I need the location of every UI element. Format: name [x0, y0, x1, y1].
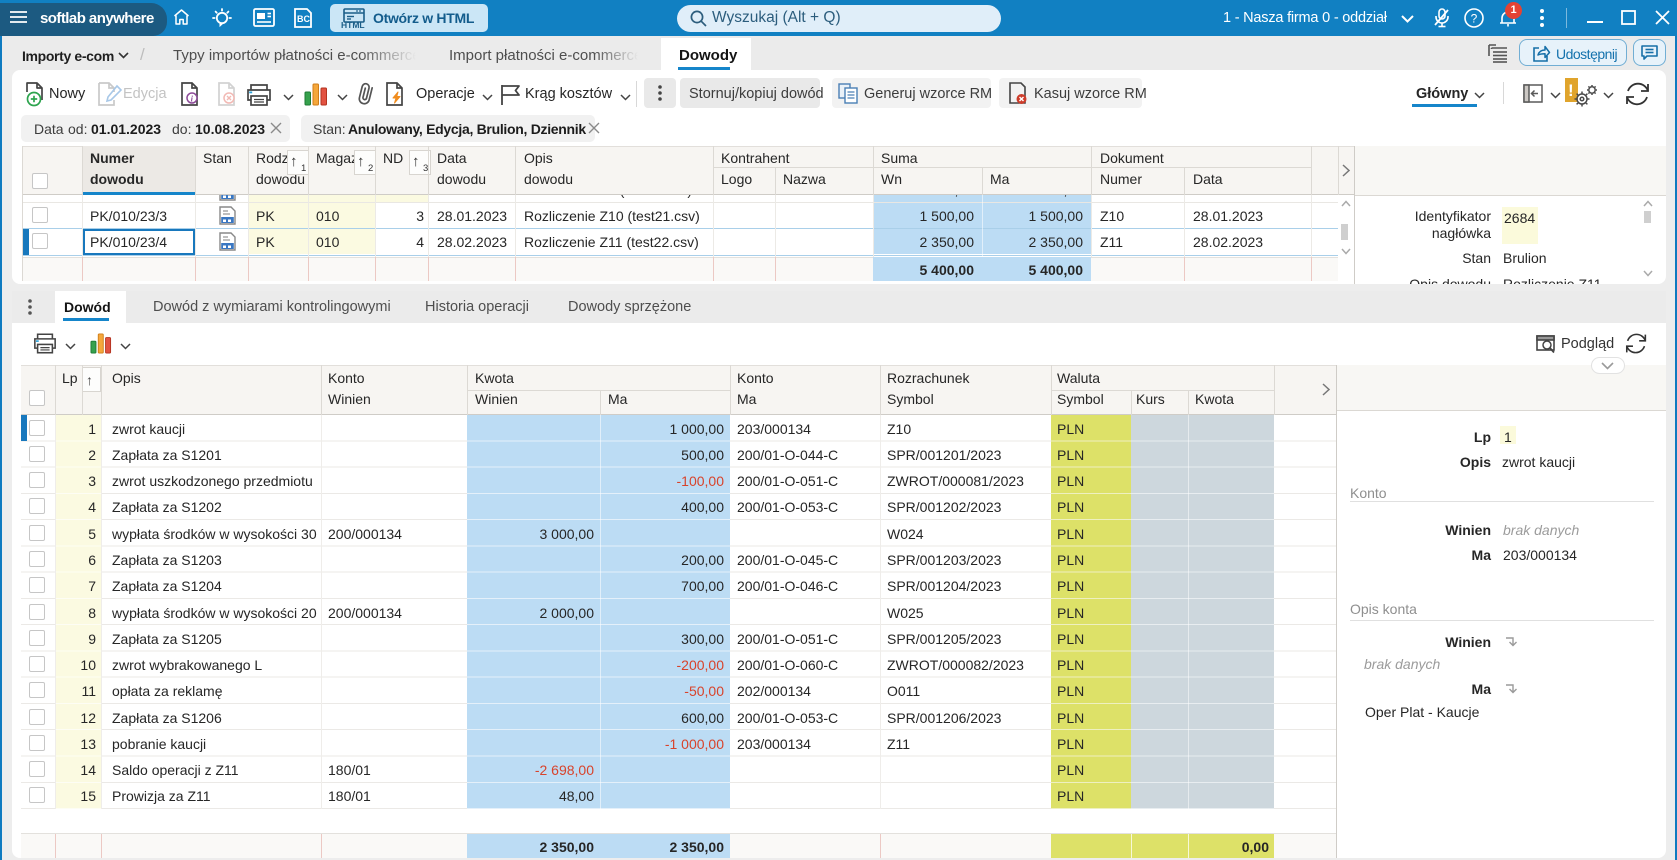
svg-text:?: ? [1471, 11, 1478, 25]
svg-text:HTML: HTML [341, 20, 365, 30]
svg-text:BC: BC [297, 14, 310, 24]
